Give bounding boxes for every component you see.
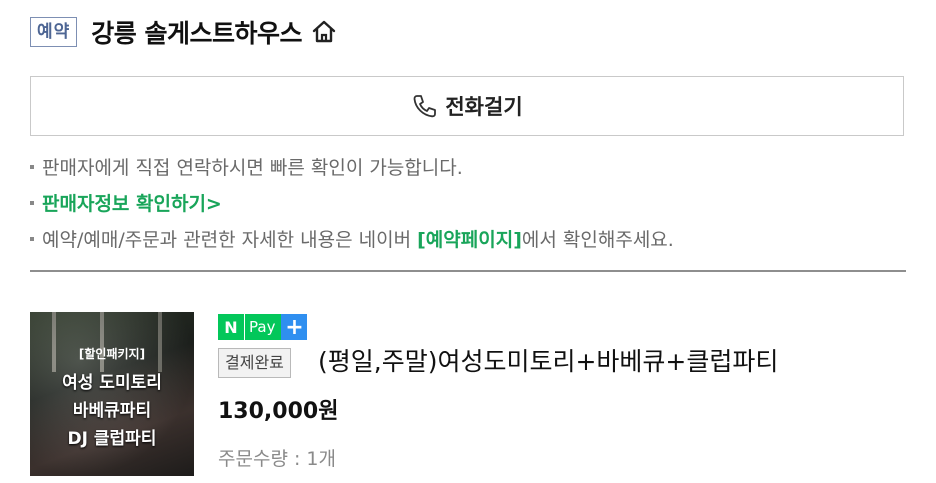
notice-item: 판매자정보 확인하기> (30, 186, 910, 222)
shop-name[interactable]: 강릉 솔게스트하우스 (91, 14, 302, 50)
npay-logo-pay: Pay (244, 314, 282, 340)
thumbnail-line: DJ 클럽파티 (67, 429, 157, 449)
section-divider (30, 270, 906, 272)
home-icon[interactable] (310, 17, 340, 47)
seller-info-link[interactable]: 판매자정보 확인하기> (42, 193, 222, 215)
thumbnail-tag: [할인패키지] (78, 347, 146, 361)
order-quantity: 주문수량 : 1개 (218, 448, 336, 470)
payment-status-badge: 결제완료 (218, 348, 291, 378)
npay-badge: N Pay + (218, 314, 308, 340)
call-button[interactable]: 전화걸기 (30, 76, 904, 136)
notice-item: 예약/예매/주문과 관련한 자세한 내용은 네이버 [예약페이지]에서 확인해주… (30, 222, 910, 258)
product-title[interactable]: (평일,주말)여성도미토리+바베큐+클럽파티 (318, 344, 778, 380)
notice-text: 에서 확인해주세요. (521, 229, 674, 251)
notice-text: 판매자에게 직접 연락하시면 빠른 확인이 가능합니다. (42, 157, 463, 179)
notice-item: 판매자에게 직접 연락하시면 빠른 확인이 가능합니다. (30, 150, 910, 186)
bullet (30, 200, 34, 205)
thumbnail-shade (30, 312, 194, 476)
bullet (30, 164, 34, 169)
product-price: 130,000원 (218, 399, 339, 424)
call-button-label: 전화걸기 (445, 95, 523, 119)
thumbnail-line: 여성 도미토리 (62, 373, 162, 393)
npay-logo-n: N (218, 314, 244, 340)
product-thumbnail[interactable]: [할인패키지] 여성 도미토리 바베큐파티 DJ 클럽파티 (30, 312, 194, 476)
phone-icon (411, 93, 437, 119)
reservation-badge: 예약 (30, 17, 78, 47)
thumbnail-line: 바베큐파티 (72, 401, 152, 421)
notice-text: 예약/예매/주문과 관련한 자세한 내용은 네이버 (42, 229, 418, 251)
notice-list: 판매자에게 직접 연락하시면 빠른 확인이 가능합니다. 판매자정보 확인하기>… (30, 150, 910, 258)
shop-header: 예약 강릉 솔게스트하우스 (30, 12, 340, 52)
npay-plus-icon: + (281, 314, 308, 340)
reservation-page-link[interactable]: [예약페이지] (417, 229, 522, 251)
bullet (30, 236, 34, 241)
